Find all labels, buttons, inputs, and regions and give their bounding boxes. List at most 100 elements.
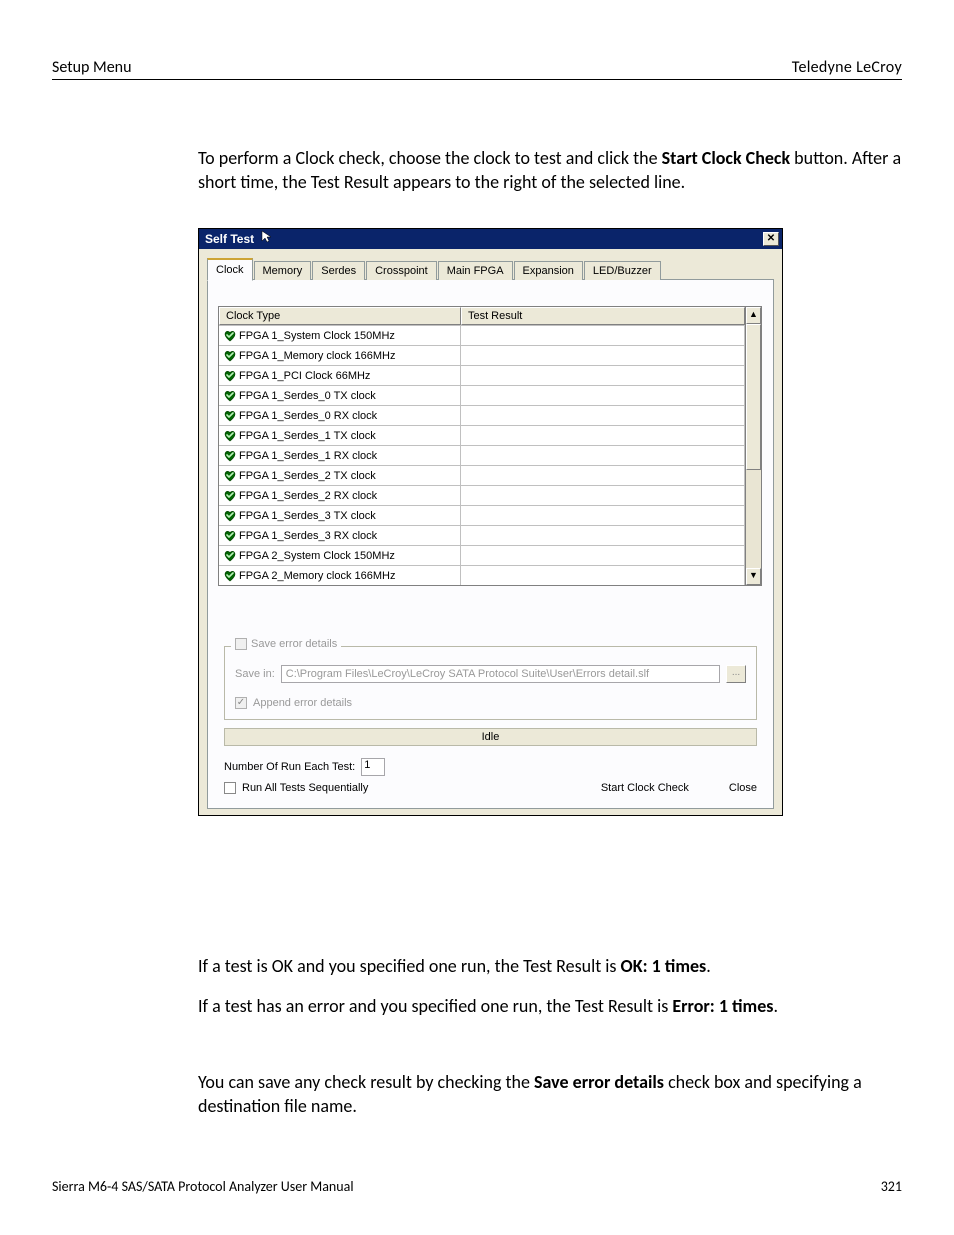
status-icon xyxy=(223,369,237,383)
status-icon xyxy=(223,549,237,563)
tab-expansion[interactable]: Expansion xyxy=(514,261,583,280)
cell-clock-type: FPGA 1_Serdes_2 TX clock xyxy=(219,466,461,485)
save-error-details-checkbox[interactable] xyxy=(235,638,247,650)
dialog-title: Self Test xyxy=(205,229,254,249)
text-bold: Save error details xyxy=(534,1071,664,1093)
browse-button[interactable]: ... xyxy=(726,665,746,683)
cursor-icon xyxy=(260,230,274,250)
cell-test-result xyxy=(461,546,745,565)
table-row[interactable]: FPGA 1_System Clock 150MHz xyxy=(219,325,745,345)
status-icon xyxy=(223,449,237,463)
cell-clock-type: FPGA 2_Memory clock 166MHz xyxy=(219,566,461,585)
clock-table: Clock Type Test Result FPGA 1_System Clo… xyxy=(218,306,745,586)
dialog-titlebar[interactable]: Self Test ✕ xyxy=(199,229,782,249)
table-row[interactable]: FPGA 2_System Clock 150MHz xyxy=(219,545,745,565)
cell-clock-type: FPGA 1_System Clock 150MHz xyxy=(219,326,461,345)
scrollbar-thumb[interactable] xyxy=(746,324,761,470)
table-row[interactable]: FPGA 1_Serdes_1 TX clock xyxy=(219,425,745,445)
table-row[interactable]: FPGA 2_Memory clock 166MHz xyxy=(219,565,745,585)
tab-led-buzzer[interactable]: LED/Buzzer xyxy=(584,261,661,280)
cell-test-result xyxy=(461,326,745,345)
scrollbar-track[interactable] xyxy=(746,324,761,568)
clock-name: FPGA 1_System Clock 150MHz xyxy=(239,330,395,342)
page-footer: Sierra M6-4 SAS/SATA Protocol Analyzer U… xyxy=(52,1178,902,1195)
table-row[interactable]: FPGA 1_Serdes_2 RX clock xyxy=(219,485,745,505)
vertical-scrollbar[interactable]: ▲ ▼ xyxy=(745,306,762,586)
table-row[interactable]: FPGA 1_Memory clock 166MHz xyxy=(219,345,745,365)
groupbox-legend: Save error details xyxy=(231,638,341,650)
cell-clock-type: FPGA 1_PCI Clock 66MHz xyxy=(219,366,461,385)
clock-name: FPGA 2_Memory clock 166MHz xyxy=(239,570,396,582)
status-icon xyxy=(223,469,237,483)
cell-test-result xyxy=(461,366,745,385)
table-row[interactable]: FPGA 1_Serdes_0 RX clock xyxy=(219,405,745,425)
tab-crosspoint[interactable]: Crosspoint xyxy=(366,261,437,280)
cell-test-result xyxy=(461,566,745,585)
tab-main-fpga[interactable]: Main FPGA xyxy=(438,261,513,280)
tab-serdes[interactable]: Serdes xyxy=(312,261,365,280)
text: If a test is OK and you specified one ru… xyxy=(198,955,621,977)
clock-name: FPGA 1_Serdes_3 RX clock xyxy=(239,530,377,542)
tab-clock[interactable]: Clock xyxy=(207,258,253,281)
result-error-paragraph: If a test has an error and you specified… xyxy=(198,994,902,1018)
run-all-label: Run All Tests Sequentially xyxy=(242,782,368,794)
clock-name: FPGA 1_Serdes_1 TX clock xyxy=(239,430,376,442)
clock-name: FPGA 2_System Clock 150MHz xyxy=(239,550,395,562)
bottom-controls: Run All Tests Sequentially Start Clock C… xyxy=(224,782,757,794)
save-path-input[interactable]: C:\Program Files\LeCroy\LeCroy SATA Prot… xyxy=(281,665,720,683)
cell-test-result xyxy=(461,446,745,465)
append-error-details-checkbox[interactable]: ✓ xyxy=(235,697,247,709)
cell-test-result xyxy=(461,526,745,545)
col-test-result[interactable]: Test Result xyxy=(461,307,745,325)
cell-test-result xyxy=(461,346,745,365)
cell-clock-type: FPGA 2_System Clock 150MHz xyxy=(219,546,461,565)
tab-memory[interactable]: Memory xyxy=(254,261,312,280)
status-icon xyxy=(223,489,237,503)
text: . xyxy=(773,995,778,1017)
status-icon xyxy=(223,409,237,423)
num-runs-input[interactable]: 1 xyxy=(361,758,385,776)
text-bold: Error: 1 times xyxy=(672,995,773,1017)
page-header: Setup Menu Teledyne LeCroy xyxy=(52,58,902,80)
clock-table-wrap: Clock Type Test Result FPGA 1_System Clo… xyxy=(218,306,763,586)
section-title: Setup Menu xyxy=(52,58,131,77)
company-name: Teledyne LeCroy xyxy=(792,58,902,77)
scroll-up-icon[interactable]: ▲ xyxy=(746,307,761,324)
clock-name: FPGA 1_Serdes_2 RX clock xyxy=(239,490,377,502)
cell-test-result xyxy=(461,466,745,485)
table-header: Clock Type Test Result xyxy=(219,307,745,325)
status-icon xyxy=(223,349,237,363)
table-row[interactable]: FPGA 1_Serdes_2 TX clock xyxy=(219,465,745,485)
table-row[interactable]: FPGA 1_Serdes_0 TX clock xyxy=(219,385,745,405)
scroll-down-icon[interactable]: ▼ xyxy=(746,568,761,585)
status-icon xyxy=(223,509,237,523)
cell-test-result xyxy=(461,426,745,445)
start-clock-check-button[interactable]: Start Clock Check xyxy=(601,782,689,794)
run-all-sequentially-checkbox[interactable] xyxy=(224,782,236,794)
clock-name: FPGA 1_Serdes_1 RX clock xyxy=(239,450,377,462)
table-row[interactable]: FPGA 1_PCI Clock 66MHz xyxy=(219,365,745,385)
table-row[interactable]: FPGA 1_Serdes_3 RX clock xyxy=(219,525,745,545)
clock-name: FPGA 1_Serdes_3 TX clock xyxy=(239,510,376,522)
clock-name: FPGA 1_Memory clock 166MHz xyxy=(239,350,396,362)
close-button[interactable]: Close xyxy=(729,782,757,794)
table-row[interactable]: FPGA 1_Serdes_3 TX clock xyxy=(219,505,745,525)
close-icon[interactable]: ✕ xyxy=(763,232,779,246)
clock-name: FPGA 1_Serdes_2 TX clock xyxy=(239,470,376,482)
table-row[interactable]: FPGA 1_Serdes_1 RX clock xyxy=(219,445,745,465)
col-clock-type[interactable]: Clock Type xyxy=(219,307,461,325)
status-icon xyxy=(223,329,237,343)
cell-clock-type: FPGA 1_Serdes_0 TX clock xyxy=(219,386,461,405)
self-test-dialog: Self Test ✕ ClockMemorySerdesCrosspointM… xyxy=(198,228,783,816)
cell-clock-type: FPGA 1_Memory clock 166MHz xyxy=(219,346,461,365)
text: You can save any check result by checkin… xyxy=(198,1071,534,1093)
cell-test-result xyxy=(461,406,745,425)
cell-clock-type: FPGA 1_Serdes_2 RX clock xyxy=(219,486,461,505)
append-error-details-label: Append error details xyxy=(253,697,352,709)
save-error-details-label: Save error details xyxy=(251,638,337,650)
cell-test-result xyxy=(461,486,745,505)
status-icon xyxy=(223,529,237,543)
cell-clock-type: FPGA 1_Serdes_1 TX clock xyxy=(219,426,461,445)
cell-clock-type: FPGA 1_Serdes_0 RX clock xyxy=(219,406,461,425)
clock-name: FPGA 1_Serdes_0 RX clock xyxy=(239,410,377,422)
